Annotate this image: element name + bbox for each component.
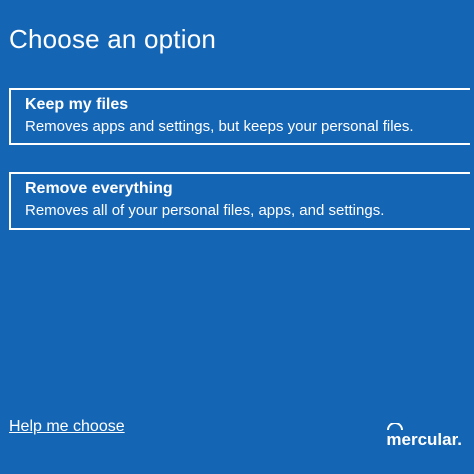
watermark-logo: mercular. xyxy=(386,423,462,450)
page-title: Choose an option xyxy=(9,24,217,54)
help-me-choose-link[interactable]: Help me choose xyxy=(9,418,125,436)
watermark-text: mercular. xyxy=(386,430,462,449)
option-title: Keep my files xyxy=(25,96,129,113)
keep-my-files-option[interactable]: Keep my files Removes apps and settings,… xyxy=(9,88,470,145)
option-title: Remove everything xyxy=(25,180,173,197)
option-description: Removes all of your personal files, apps… xyxy=(25,202,385,219)
option-description: Removes apps and settings, but keeps you… xyxy=(25,118,414,135)
remove-everything-option[interactable]: Remove everything Removes all of your pe… xyxy=(9,172,470,230)
logo-arc-icon xyxy=(387,423,404,431)
